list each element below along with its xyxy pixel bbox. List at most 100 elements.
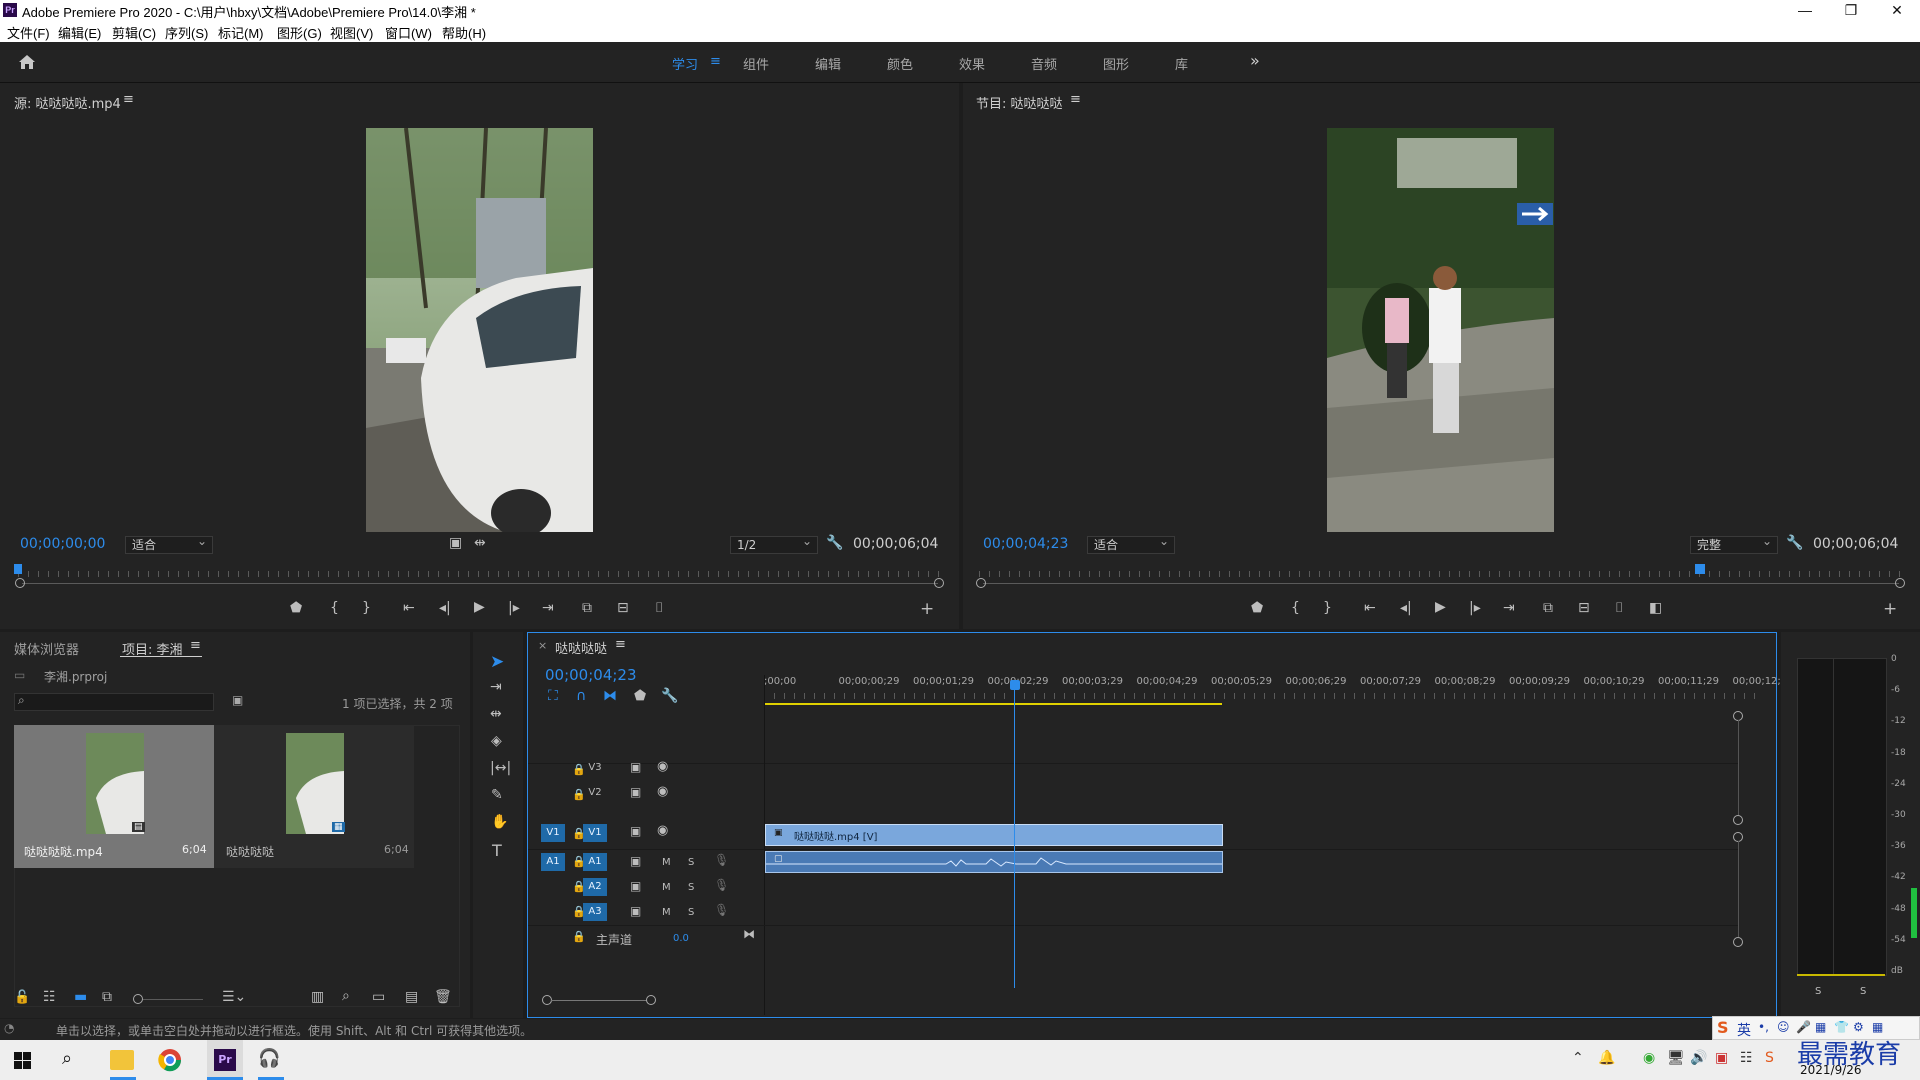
voiceover-mic-icon[interactable]: 🎙 (714, 878, 729, 892)
vertical-scrollbar-audio[interactable] (1738, 841, 1739, 937)
ime-punctuation-icon[interactable]: •, (1758, 1020, 1769, 1034)
button-editor-icon[interactable]: + (920, 599, 934, 619)
video-clip[interactable]: ▣ 哒哒哒哒.mp4 [V] (765, 824, 1223, 846)
voiceover-mic-icon[interactable]: 🎙 (714, 903, 729, 917)
mark-out-icon[interactable]: } (362, 600, 371, 616)
sync-lock-icon[interactable]: ▣ (630, 854, 641, 868)
sync-lock-icon[interactable]: ▣ (630, 824, 641, 838)
track-label-a1[interactable]: A1 (583, 853, 607, 871)
sogou-ime-icon[interactable]: S (1717, 1018, 1729, 1037)
tray-security-icon[interactable]: ▣ (1715, 1050, 1728, 1066)
overwrite-icon[interactable]: ⊟ (617, 600, 629, 616)
drag-video-icon[interactable]: ⇹ (474, 535, 486, 551)
horizontal-scrollbar[interactable] (551, 1000, 647, 1001)
ime-menu-icon[interactable]: ▦ (1872, 1020, 1883, 1034)
track-label-v2[interactable]: V2 (583, 784, 607, 802)
track-select-tool-icon[interactable]: ⇥ (490, 679, 502, 695)
media-app-icon[interactable]: 🎧 (258, 1048, 280, 1069)
wrench-icon[interactable]: 🔧 (1786, 535, 1803, 551)
menu-file[interactable]: 文件(F) (7, 23, 50, 42)
menu-sequence[interactable]: 序列(S) (165, 23, 208, 42)
menu-clip[interactable]: 剪辑(C) (112, 23, 156, 42)
source-resolution-dropdown[interactable]: 1/2 (730, 533, 818, 554)
sync-lock-icon[interactable]: ▣ (630, 760, 641, 774)
razor-tool-icon[interactable]: ◈ (491, 733, 502, 749)
play-icon[interactable]: ▶ (1435, 599, 1446, 615)
program-timecode[interactable]: 00;00;04;23 (983, 536, 1068, 552)
eye-icon[interactable]: ◉ (657, 784, 668, 799)
project-search-input[interactable] (14, 693, 214, 711)
new-item-icon[interactable]: ▤ (405, 989, 418, 1005)
track-label-a2[interactable]: A2 (583, 878, 607, 896)
track-label-v3[interactable]: V3 (583, 759, 607, 777)
network-icon[interactable]: 🖥 (1667, 1050, 1685, 1066)
zoom-slider[interactable] (143, 999, 203, 1000)
track-label-v1[interactable]: V1 (583, 824, 607, 842)
panel-menu-icon[interactable]: ≡ (123, 92, 134, 107)
volume-icon[interactable]: 🔊 (1690, 1050, 1707, 1066)
extract-icon[interactable]: ⊟ (1578, 600, 1590, 616)
type-tool-icon[interactable]: T (492, 841, 502, 860)
go-to-in-icon[interactable]: ⇤ (1364, 600, 1376, 616)
menu-view[interactable]: 视图(V) (330, 23, 373, 42)
selection-tool-icon[interactable]: ➤ (490, 652, 504, 672)
new-bin-icon[interactable]: ▭ (372, 989, 385, 1005)
ime-emoji-icon[interactable]: ☺ (1777, 1020, 1790, 1034)
play-icon[interactable]: ▶ (474, 599, 485, 615)
timeline-playhead-handle[interactable] (1010, 680, 1020, 690)
export-settings-icon[interactable]: ▣ (449, 535, 462, 551)
sync-lock-icon[interactable]: ▣ (630, 785, 641, 799)
premiere-taskbar-button[interactable]: Pr (207, 1040, 243, 1080)
chrome-icon[interactable] (158, 1048, 182, 1072)
panel-menu-icon[interactable]: ≡ (615, 637, 626, 652)
source-time-ruler[interactable] (18, 571, 942, 577)
button-editor-icon[interactable]: + (1883, 599, 1897, 619)
workspace-tab-graphics[interactable]: 图形 (1103, 54, 1129, 73)
add-marker-icon[interactable]: ⬟ (290, 600, 302, 616)
mark-in-icon[interactable]: { (1291, 600, 1300, 616)
program-quality-dropdown[interactable]: 完整 (1690, 533, 1778, 554)
program-monitor-title[interactable]: 节目: 哒哒哒哒 (976, 93, 1063, 112)
menu-edit[interactable]: 编辑(E) (58, 23, 101, 42)
meter-solo-right[interactable]: S (1860, 986, 1866, 997)
minimize-button[interactable]: — (1782, 0, 1828, 20)
menu-marker[interactable]: 标记(M) (218, 23, 264, 42)
ime-skin-icon[interactable]: 👕 (1834, 1020, 1849, 1034)
search-icon[interactable]: ⌕ (62, 1048, 72, 1069)
source-playhead[interactable] (14, 564, 22, 574)
timeline-ruler[interactable]: ;00;0000;00;00;2900;00;01;2900;00;02;290… (764, 676, 1787, 690)
export-frame-icon[interactable]: ⌷ (1615, 600, 1623, 616)
program-time-ruler[interactable] (979, 571, 1903, 577)
sogou-tray-icon[interactable]: S (1765, 1050, 1774, 1066)
horizontal-zoom-handle-right[interactable] (646, 995, 656, 1005)
source-zoom-bar[interactable] (22, 583, 938, 584)
lock-icon[interactable]: 🔒 (572, 930, 586, 943)
step-back-icon[interactable]: ◂| (1400, 600, 1412, 616)
program-zoom-handle-right[interactable] (1895, 578, 1905, 588)
tray-misc-icon[interactable]: ☷ (1740, 1050, 1753, 1066)
vertical-scrollbar-video[interactable] (1738, 720, 1739, 815)
eye-icon[interactable]: ◉ (657, 759, 668, 774)
solo-button[interactable]: S (688, 907, 694, 918)
solo-button[interactable]: S (688, 857, 694, 868)
mute-button[interactable]: M (662, 882, 671, 893)
mark-in-icon[interactable]: { (330, 600, 339, 616)
work-area-bar[interactable] (764, 703, 1222, 705)
sync-lock-icon[interactable]: ▣ (630, 904, 641, 918)
master-volume-value[interactable]: 0.0 (673, 933, 689, 944)
menu-graphics[interactable]: 图形(G) (277, 23, 322, 42)
source-patch-v1[interactable]: V1 (541, 824, 565, 842)
go-to-out-icon[interactable]: ⇥ (1503, 600, 1515, 616)
windows-start-icon[interactable] (14, 1052, 31, 1069)
go-to-end-icon[interactable]: ⧓ (743, 927, 755, 941)
ime-language-toggle[interactable]: 英 (1737, 1020, 1751, 1040)
mark-out-icon[interactable]: } (1323, 600, 1332, 616)
panel-menu-icon[interactable]: ≡ (190, 638, 201, 653)
linked-selection-icon[interactable]: ⧓ (603, 688, 617, 704)
go-to-out-icon[interactable]: ⇥ (542, 600, 554, 616)
source-timecode[interactable]: 00;00;00;00 (20, 536, 105, 552)
zoom-slider-handle[interactable] (133, 994, 143, 1004)
ime-voice-icon[interactable]: 🎤 (1796, 1020, 1811, 1034)
icon-view-icon[interactable]: ▬ (74, 989, 87, 1005)
panel-menu-icon[interactable]: ≡ (1070, 92, 1081, 107)
